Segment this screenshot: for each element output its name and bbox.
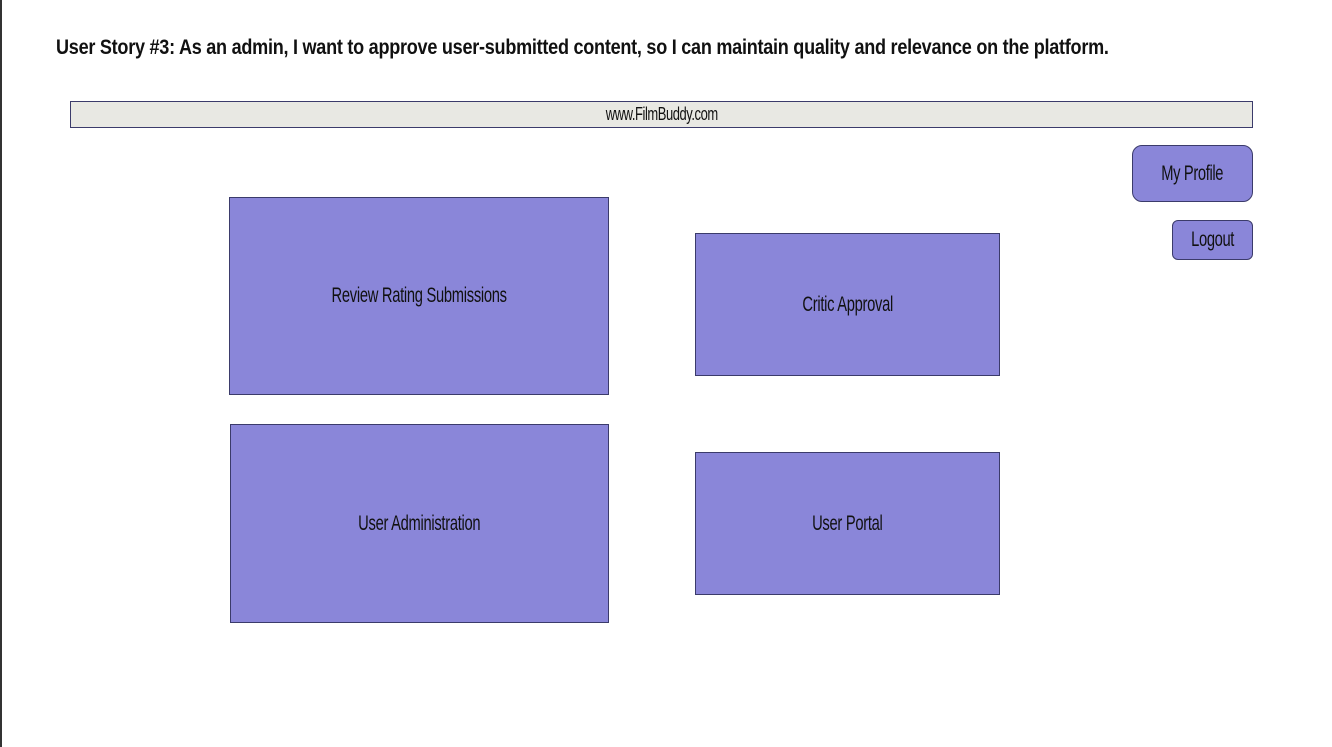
user-administration-label: User Administration: [358, 511, 481, 535]
user-portal-tile[interactable]: User Portal: [695, 452, 1000, 595]
user-administration-tile[interactable]: User Administration: [230, 424, 609, 623]
url-text: www.FilmBuddy.com: [605, 104, 718, 124]
user-story-title: User Story #3: As an admin, I want to ap…: [56, 36, 1109, 59]
my-profile-label: My Profile: [1161, 161, 1224, 185]
page-left-border: [0, 0, 2, 747]
my-profile-button[interactable]: My Profile: [1132, 145, 1253, 202]
critic-approval-tile[interactable]: Critic Approval: [695, 233, 1000, 376]
url-bar[interactable]: www.FilmBuddy.com: [70, 101, 1253, 128]
review-rating-submissions-tile[interactable]: Review Rating Submissions: [229, 197, 609, 395]
critic-approval-label: Critic Approval: [802, 292, 893, 316]
review-rating-submissions-label: Review Rating Submissions: [331, 284, 507, 307]
logout-button[interactable]: Logout: [1172, 220, 1253, 260]
user-portal-label: User Portal: [812, 511, 883, 535]
logout-label: Logout: [1191, 228, 1234, 251]
